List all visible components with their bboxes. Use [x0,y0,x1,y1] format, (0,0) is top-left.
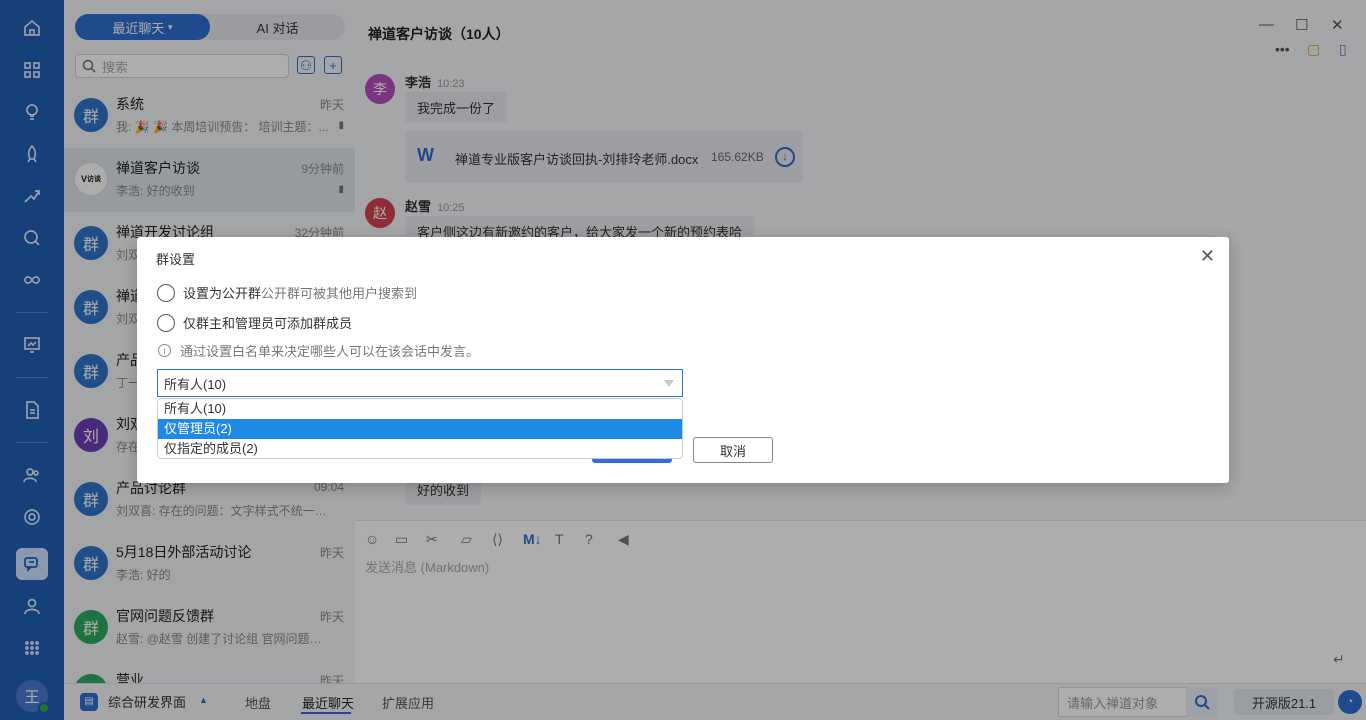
group-settings-dialog: 群设置 ✕ 设置为公开群 公开群可被其他用户搜索到 仅群主和管理员可添加群成员 i… [137,237,1229,483]
speaker-whitelist-select[interactable]: 所有人(10) [157,369,683,397]
select-value: 所有人(10) [164,376,227,392]
info-text: 通过设置白名单来决定哪些人可以在该会话中发言。 [180,344,480,359]
close-icon[interactable]: ✕ [1200,247,1215,265]
option-label: 仅群主和管理员可添加群成员 [183,316,353,331]
dropdown-arrow-icon [664,380,674,387]
dialog-title: 群设置 [156,252,196,267]
admin-only-add-radio[interactable]: 仅群主和管理员可添加群成员 [157,313,352,332]
whitelist-info: i 通过设置白名单来决定哪些人可以在该会话中发言。 [158,341,479,360]
select-dropdown: 所有人(10) 仅管理员(2) 仅指定的成员(2) [157,398,683,459]
dropdown-option-admins[interactable]: 仅管理员(2) [158,419,682,439]
option-label: 设置为公开群 [183,286,262,301]
dropdown-option-everyone[interactable]: 所有人(10) [158,399,682,419]
cancel-button[interactable]: 取消 [693,437,773,463]
info-icon: i [158,344,171,357]
public-group-radio[interactable]: 设置为公开群 公开群可被其他用户搜索到 [157,283,417,302]
radio-circle[interactable] [157,313,175,332]
option-hint: 公开群可被其他用户搜索到 [261,286,418,301]
radio-circle[interactable] [157,283,175,302]
dropdown-option-specified[interactable]: 仅指定的成员(2) [158,439,682,458]
